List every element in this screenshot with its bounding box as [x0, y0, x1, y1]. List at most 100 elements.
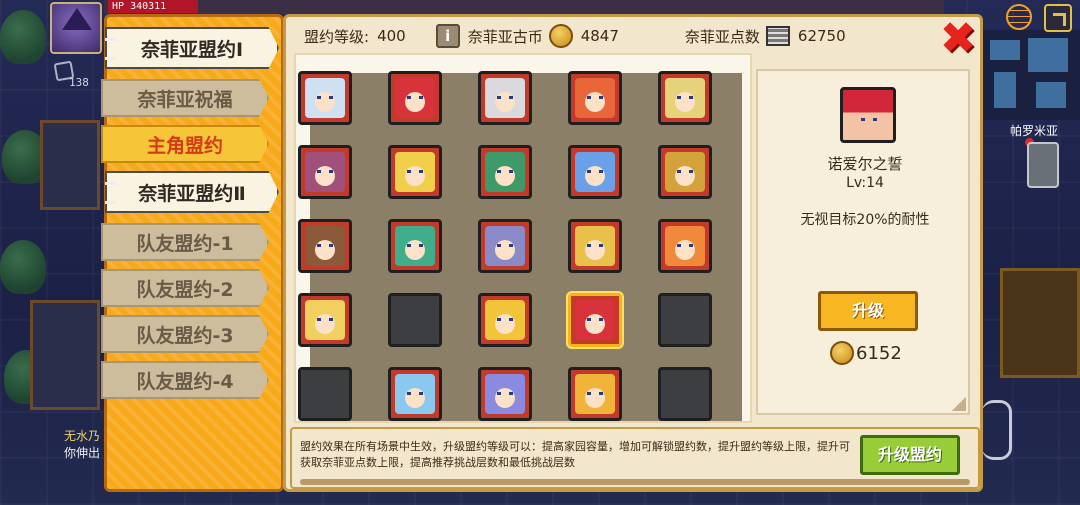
upgrade-covenant-button[interactable]: 升级盟约: [860, 435, 960, 475]
partner-portrait-cell[interactable]: [658, 71, 712, 125]
tab-protagonist-covenant[interactable]: 主角盟约: [101, 125, 269, 163]
partner-portrait-cell[interactable]: [388, 367, 442, 421]
globe-icon[interactable]: [1006, 4, 1032, 30]
partner-portrait-cell[interactable]: [568, 71, 622, 125]
partner-eyes: [587, 170, 603, 173]
locked-partner-slot[interactable]: [388, 293, 442, 347]
locked-partner-slot[interactable]: [298, 367, 352, 421]
tab-label: 奈菲亚祝福: [137, 88, 233, 111]
tab-label: 奈菲亚盟约Ⅰ: [140, 38, 244, 61]
partner-eyes: [587, 392, 603, 395]
info-icon[interactable]: i: [435, 24, 460, 48]
partner-eyes: [407, 96, 423, 99]
partner-portrait-cell[interactable]: [388, 145, 442, 199]
partner-portrait-cell[interactable]: [478, 367, 532, 421]
tab-label: 队友盟约-4: [136, 370, 234, 393]
partner-portrait-cell[interactable]: [298, 219, 352, 273]
partner-portrait-cell[interactable]: [478, 145, 532, 199]
partner-eyes: [497, 392, 513, 395]
building: [40, 120, 100, 210]
wizard-hat-icon: [62, 8, 92, 30]
covenant-level-label: 盟约等级:: [304, 27, 370, 46]
upgrade-cost: 6152: [830, 341, 902, 365]
player-avatar[interactable]: [50, 2, 102, 54]
tab-nephia-blessing[interactable]: 奈菲亚祝福: [101, 79, 269, 117]
partner-portrait-cell[interactable]: [298, 293, 352, 347]
partner-portrait-cell[interactable]: [658, 145, 712, 199]
tab-teammate-covenant-3[interactable]: 队友盟约-3: [101, 315, 269, 353]
coin-icon: [830, 341, 854, 365]
upgrade-button[interactable]: 升级: [818, 291, 918, 331]
partner-eyes: [677, 96, 693, 99]
points-value: 62750: [797, 27, 846, 45]
minimap-room: [990, 40, 1020, 60]
covenant-main-panel: 盟约等级: 400 i 奈菲亚古币 4847 奈菲亚点数 62750 ✖ 诺爱尔…: [283, 14, 983, 492]
tree: [0, 240, 46, 294]
partner-portrait-cell[interactable]: [658, 219, 712, 273]
ancient-coin-label: 奈菲亚古币: [467, 27, 543, 46]
hp-value: 340311: [130, 1, 167, 12]
points-label: 奈菲亚点数: [684, 27, 760, 46]
partner-portrait: [840, 87, 896, 143]
tree: [0, 10, 46, 64]
npc-name: 帕罗米亚: [1010, 124, 1059, 138]
partner-portrait-cell[interactable]: [478, 219, 532, 273]
partner-portrait-cell[interactable]: [568, 145, 622, 199]
inventory-button[interactable]: 138: [53, 60, 95, 90]
partner-portrait-cell[interactable]: [568, 293, 622, 347]
partner-eyes: [587, 96, 603, 99]
minimap[interactable]: [980, 30, 1080, 120]
horizontal-scrollbar[interactable]: [300, 479, 970, 485]
building: [30, 300, 100, 410]
exit-icon[interactable]: [1044, 4, 1072, 32]
locked-partner-slot[interactable]: [658, 367, 712, 421]
page-fold-icon: [952, 397, 966, 411]
partner-eyes: [677, 170, 693, 173]
tab-label: 队友盟约-1: [136, 232, 234, 255]
partner-eyes: [497, 170, 513, 173]
ancient-coin-value: 4847: [580, 27, 619, 45]
currency-header: 盟约等级: 400 i 奈菲亚古币 4847 奈菲亚点数 62750: [294, 21, 914, 51]
partner-portrait-cell[interactable]: [388, 71, 442, 125]
covenant-tab-panel: 奈菲亚盟约Ⅰ 奈菲亚祝福 主角盟约 奈菲亚盟约Ⅱ 队友盟约-1 队友盟约-2 队…: [101, 14, 284, 492]
tab-teammate-covenant-4[interactable]: 队友盟约-4: [101, 361, 269, 399]
partner-portrait-cell[interactable]: [568, 219, 622, 273]
partner-eyes: [407, 244, 423, 247]
upgrade-cost-value: 6152: [856, 342, 902, 364]
partner-covenant-effect: 无视目标20%的耐性: [800, 212, 930, 228]
partner-grid-scroll[interactable]: [294, 53, 752, 423]
partner-portrait-cell[interactable]: [298, 71, 352, 125]
partner-portrait-cell[interactable]: [388, 219, 442, 273]
partner-eyes: [317, 170, 333, 173]
partner-detail-card: 诺爱尔之誓 Lv:14 无视目标20%的耐性 升级 6152: [756, 69, 970, 415]
partner-eyes: [497, 244, 513, 247]
partner-eyes: [317, 96, 333, 99]
partner-eyes: [317, 244, 333, 247]
hp-label: HP: [112, 1, 125, 12]
partner-eyes: [407, 170, 423, 173]
tab-teammate-covenant-2[interactable]: 队友盟约-2: [101, 269, 269, 307]
minimap-room: [1036, 82, 1066, 108]
chain-decoration: [982, 400, 1012, 460]
shop-stall: [1000, 268, 1080, 378]
partner-eyes: [317, 318, 333, 321]
phone-icon[interactable]: [1027, 142, 1059, 188]
partner-eyes: [497, 96, 513, 99]
partner-portrait-cell[interactable]: [478, 71, 532, 125]
tab-nephia-covenant-2[interactable]: 奈菲亚盟约Ⅱ: [105, 171, 279, 213]
covenant-level-value: 400: [377, 27, 406, 45]
locked-partner-slot[interactable]: [658, 293, 712, 347]
partner-eyes: [587, 318, 603, 321]
partner-covenant-level: Lv:14: [846, 175, 884, 191]
points-icon: [765, 26, 790, 46]
tab-nephia-covenant-1[interactable]: 奈菲亚盟约Ⅰ: [105, 27, 279, 69]
partner-portrait-cell[interactable]: [568, 367, 622, 421]
partner-eyes: [677, 244, 693, 247]
tab-teammate-covenant-1[interactable]: 队友盟约-1: [101, 223, 269, 261]
close-button[interactable]: ✖: [938, 17, 978, 61]
hp-bar: HP 340311: [108, 0, 198, 13]
coin-icon: [548, 24, 573, 48]
partner-portrait-cell[interactable]: [478, 293, 532, 347]
partner-portrait-cell[interactable]: [298, 145, 352, 199]
minimap-room: [994, 72, 1016, 108]
